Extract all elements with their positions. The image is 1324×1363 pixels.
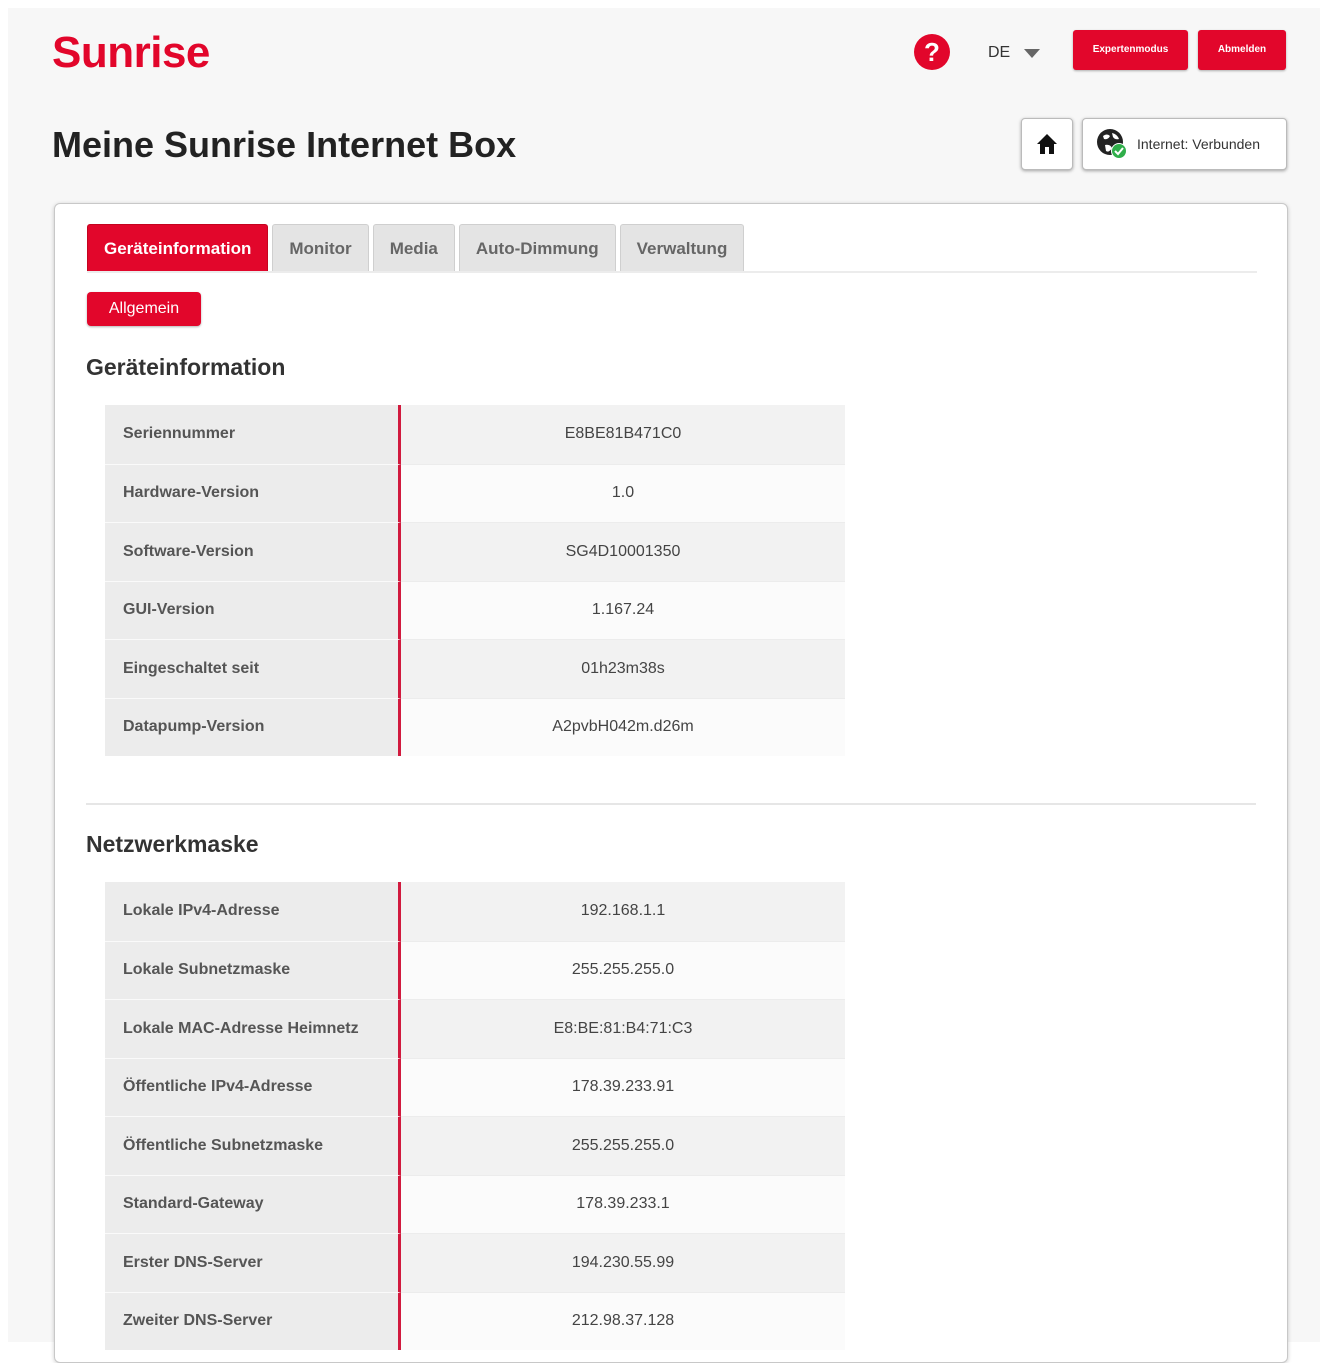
page-title: Meine Sunrise Internet Box [52,124,517,165]
row-label: Hardware-Version [105,463,401,522]
table-row: Öffentliche IPv4-Adresse 178.39.233.91 [105,1057,845,1116]
tab-auto-dimming[interactable]: Auto-Dimmung [458,224,616,272]
home-icon [1037,134,1057,154]
internet-status-text: Internet: Verbunden [1137,136,1260,152]
table-row: Seriennummer E8BE81B471C0 [105,405,845,464]
row-label: Öffentliche Subnetzmaske [105,1116,401,1175]
table-row: Eingeschaltet seit 01h23m38s [105,639,845,698]
main-panel: Geräteinformation Monitor Media Auto-Dim… [54,203,1288,1363]
table-row: Öffentliche Subnetzmaske 255.255.255.0 [105,1116,845,1175]
expert-mode-button[interactable]: Expertenmodus [1073,30,1188,70]
row-value: 1.167.24 [401,580,845,639]
language-select[interactable]: DE [988,42,1041,64]
row-value: 212.98.37.128 [401,1291,845,1350]
language-value: DE [988,44,1011,61]
row-label: Zweiter DNS-Server [105,1291,401,1350]
globe-icon [1095,127,1129,161]
table-row: Standard-Gateway 178.39.233.1 [105,1174,845,1233]
row-label: Seriennummer [105,405,401,464]
tab-monitor[interactable]: Monitor [272,224,369,272]
table-row: Lokale IPv4-Adresse 192.168.1.1 [105,882,845,941]
row-value: 178.39.233.91 [401,1057,845,1116]
row-label: GUI-Version [105,580,401,639]
row-label: Öffentliche IPv4-Adresse [105,1057,401,1116]
tab-device-info[interactable]: Geräteinformation [87,224,269,272]
section-title-device-info: Geräteinformation [86,354,286,380]
page: Sunrise ? DE Expertenmodus Abmelden Mein… [8,8,1320,1363]
tab-underline [87,271,1257,273]
sunrise-logo[interactable]: Sunrise [52,28,210,78]
row-label: Lokale IPv4-Adresse [105,882,401,941]
row-value: 194.230.55.99 [401,1233,845,1292]
tab-bar: Geräteinformation Monitor Media Auto-Dim… [87,224,745,272]
row-value: 178.39.233.1 [401,1174,845,1233]
table-row: Software-Version SG4D10001350 [105,522,845,581]
row-label: Lokale Subnetzmaske [105,940,401,999]
subtab-general[interactable]: Allgemein [87,292,201,326]
row-label: Eingeschaltet seit [105,639,401,698]
tab-administration[interactable]: Verwaltung [619,224,745,272]
row-label: Standard-Gateway [105,1174,401,1233]
section-title-network: Netzwerkmaske [86,831,259,857]
row-value: 192.168.1.1 [401,882,845,941]
internet-status-button[interactable]: Internet: Verbunden [1082,118,1287,170]
row-value: SG4D10001350 [401,522,845,581]
row-label: Software-Version [105,522,401,581]
row-label: Erster DNS-Server [105,1233,401,1292]
logout-button[interactable]: Abmelden [1198,30,1286,70]
row-value: 255.255.255.0 [401,940,845,999]
table-row: Datapump-Version A2pvbH042m.d26m [105,697,845,756]
row-label: Datapump-Version [105,697,401,756]
chevron-down-icon [1024,48,1041,58]
row-value: E8BE81B471C0 [401,405,845,464]
network-table: Lokale IPv4-Adresse 192.168.1.1 Lokale S… [105,882,845,1350]
row-label: Lokale MAC-Adresse Heimnetz [105,999,401,1058]
row-value: E8:BE:81:B4:71:C3 [401,999,845,1058]
home-button[interactable] [1021,118,1073,170]
help-icon[interactable]: ? [914,34,950,70]
row-value: 255.255.255.0 [401,1116,845,1175]
table-row: Lokale Subnetzmaske 255.255.255.0 [105,940,845,999]
tab-media[interactable]: Media [372,224,455,272]
row-value: 1.0 [401,463,845,522]
row-value: 01h23m38s [401,639,845,698]
section-divider [86,803,1256,805]
table-row: GUI-Version 1.167.24 [105,580,845,639]
row-value: A2pvbH042m.d26m [401,697,845,756]
table-row: Erster DNS-Server 194.230.55.99 [105,1233,845,1292]
table-row: Zweiter DNS-Server 212.98.37.128 [105,1291,845,1350]
device-info-table: Seriennummer E8BE81B471C0 Hardware-Versi… [105,405,845,756]
table-row: Hardware-Version 1.0 [105,463,845,522]
table-row: Lokale MAC-Adresse Heimnetz E8:BE:81:B4:… [105,999,845,1058]
